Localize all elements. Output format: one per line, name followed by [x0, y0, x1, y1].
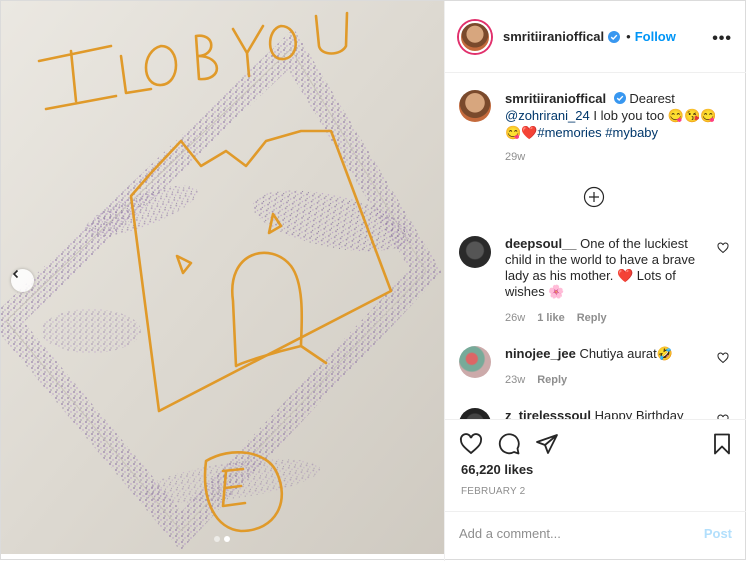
- commenter-username[interactable]: deepsoul__: [505, 236, 577, 251]
- save-bookmark-icon[interactable]: [710, 432, 734, 456]
- comment-reply-button[interactable]: Reply: [577, 310, 607, 326]
- post-comment-button[interactable]: Post: [704, 526, 732, 541]
- commenter-avatar[interactable]: [459, 408, 491, 419]
- caption-hashtags[interactable]: #memories #mybaby: [537, 125, 658, 140]
- caption-mention-link[interactable]: @zohrirani_24: [505, 108, 590, 123]
- caption-emojis-2: 😋❤️: [505, 125, 538, 140]
- post-date[interactable]: FEBRUARY 2: [461, 486, 525, 497]
- caption-text-lead: Dearest: [629, 91, 675, 106]
- post-modal: smritiiranioffical • Follow ••• smritiir…: [0, 0, 746, 561]
- commenter-username[interactable]: z_tirelesssoul: [505, 408, 591, 419]
- post-header: smritiiranioffical • Follow •••: [445, 1, 746, 73]
- comment-timestamp[interactable]: 26w: [505, 310, 525, 326]
- comment-likes[interactable]: 1 like: [537, 310, 565, 326]
- caption-username[interactable]: smritiiranioffical: [505, 91, 606, 106]
- carousel-prev-button[interactable]: [11, 269, 34, 292]
- verified-badge-icon: [613, 92, 626, 104]
- commenter-username[interactable]: ninojee_jee: [505, 346, 576, 361]
- carousel-dot-active: [224, 536, 230, 542]
- comment-bubble-icon[interactable]: [497, 432, 521, 456]
- comment-item: z_tirelesssoul Happy Birthday: [459, 408, 739, 419]
- caption-timestamp[interactable]: 29w: [505, 149, 735, 166]
- comments-list: smritiiranioffical Dearest @zohrirani_24…: [445, 74, 746, 419]
- follow-separator: •: [626, 29, 631, 44]
- share-paper-plane-icon[interactable]: [535, 432, 559, 456]
- comment-item: deepsoul__ One of the luckiest child in …: [459, 236, 739, 326]
- caption-body: smritiiranioffical Dearest @zohrirani_24…: [505, 90, 735, 166]
- load-more-comments-icon[interactable]: [583, 186, 605, 208]
- author-avatar[interactable]: [459, 20, 491, 53]
- likes-count[interactable]: 66,220 likes: [461, 462, 533, 477]
- comment-meta: 26w 1 like Reply: [505, 310, 715, 326]
- post-actions: 66,220 likes FEBRUARY 2: [445, 419, 746, 511]
- post-caption: smritiiranioffical Dearest @zohrirani_24…: [459, 90, 739, 166]
- more-options-icon[interactable]: •••: [712, 30, 732, 48]
- comment-text: Happy Birthday: [594, 408, 684, 419]
- post-sidebar: smritiiranioffical • Follow ••• smritiir…: [444, 1, 746, 561]
- commenter-avatar[interactable]: [459, 346, 491, 378]
- comment-body: ninojee_jee Chutiya aurat🤣 23w Reply: [505, 346, 715, 388]
- like-heart-icon[interactable]: [459, 432, 483, 456]
- comment-like-heart-icon[interactable]: [717, 242, 729, 254]
- post-image[interactable]: [1, 1, 444, 554]
- follow-button[interactable]: Follow: [635, 29, 676, 44]
- author-username[interactable]: smritiiranioffical: [503, 29, 604, 44]
- comment-text: Chutiya aurat🤣: [579, 346, 673, 361]
- caption-avatar[interactable]: [459, 90, 491, 122]
- add-comment-input[interactable]: [459, 526, 679, 541]
- add-comment-bar: Post: [445, 511, 746, 561]
- caption-emojis: 😋😘😋: [667, 108, 717, 123]
- verified-badge-icon: [608, 30, 621, 43]
- commenter-avatar[interactable]: [459, 236, 491, 268]
- drawing-illustration: [1, 1, 444, 554]
- action-icons: [459, 432, 559, 456]
- chevron-left-icon: [12, 269, 19, 279]
- caption-text-mid: I lob you too: [589, 108, 668, 123]
- comment-body: deepsoul__ One of the luckiest child in …: [505, 236, 715, 326]
- comment-like-heart-icon[interactable]: [717, 352, 729, 364]
- carousel-indicator: [214, 536, 230, 542]
- carousel-dot: [214, 536, 220, 542]
- comment-body: z_tirelesssoul Happy Birthday: [505, 408, 715, 419]
- comment-timestamp[interactable]: 23w: [505, 372, 525, 388]
- comment-item: ninojee_jee Chutiya aurat🤣 23w Reply: [459, 346, 739, 388]
- comment-meta: 23w Reply: [505, 372, 715, 388]
- comment-reply-button[interactable]: Reply: [537, 372, 567, 388]
